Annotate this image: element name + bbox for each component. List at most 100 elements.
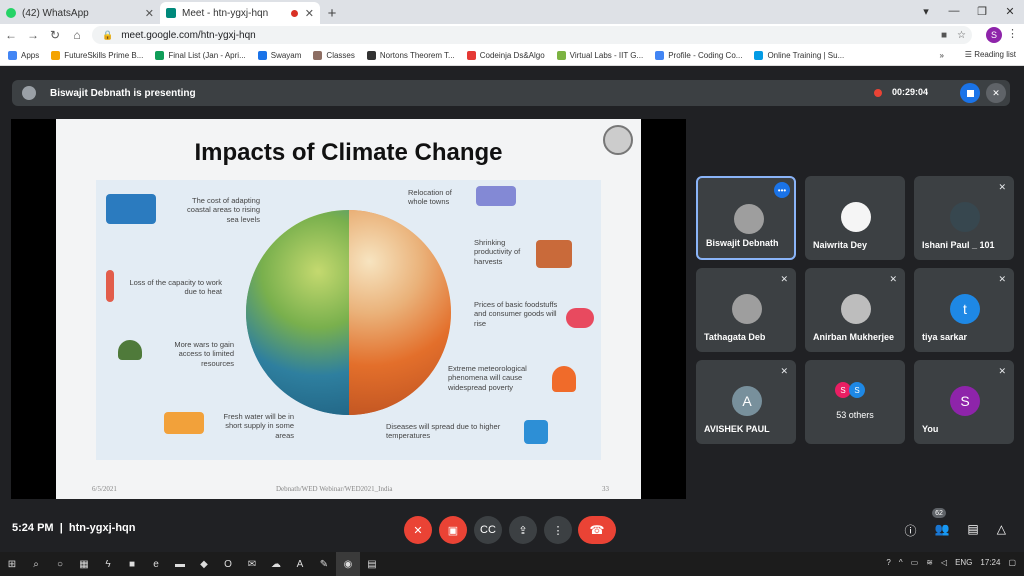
bookmark-item[interactable]: Codeinja Ds&Algo xyxy=(466,51,545,60)
bookmark-favicon-icon xyxy=(51,51,61,60)
participant-avatar xyxy=(841,294,871,324)
store-icon[interactable]: ■ xyxy=(120,552,144,576)
widgets-icon[interactable]: ▦ xyxy=(72,552,96,576)
info-icon[interactable]: ⓘ xyxy=(904,522,916,539)
pen-icon[interactable]: ✎ xyxy=(312,552,336,576)
battery-icon[interactable]: ▭ xyxy=(911,558,919,567)
participant-avatar xyxy=(841,202,871,232)
office-icon[interactable]: O xyxy=(216,552,240,576)
participant-avatar: S xyxy=(849,382,865,398)
tab-whatsapp[interactable]: (42) WhatsApp ✕ xyxy=(0,2,160,24)
camera-icon[interactable]: ■ xyxy=(941,30,947,41)
search-icon[interactable]: ⌕ xyxy=(24,552,48,576)
participant-name: Anirban Mukherjee xyxy=(813,332,895,342)
windows-taskbar: ⊞ ⌕ ○ ▦ ϟ ■ e ▬ ◆ O ✉ ☁ A ✎ ◉ ▤ ? ^ ▭ ≋ … xyxy=(0,552,1024,576)
new-tab-button[interactable]: + xyxy=(320,2,344,24)
forward-button[interactable]: → xyxy=(22,28,44,42)
mail-icon[interactable]: ✉ xyxy=(240,552,264,576)
bookmark-item[interactable]: Classes xyxy=(313,51,355,60)
home-button[interactable]: ⌂ xyxy=(66,28,88,42)
globe-illustration xyxy=(246,210,451,415)
mic-off-icon: ✕ xyxy=(992,87,1000,98)
bookmark-item[interactable]: Profile - Coding Co... xyxy=(655,51,742,60)
bookmark-item[interactable]: Virtual Labs - IIT G... xyxy=(556,51,643,60)
present-screen-icon: ⇪ xyxy=(518,524,528,537)
mute-presentation-button[interactable]: ✕ xyxy=(986,83,1006,103)
activities-icon[interactable]: △ xyxy=(997,522,1006,539)
more-bookmarks-icon[interactable]: » xyxy=(940,51,944,60)
bookmark-star-icon[interactable]: ☆ xyxy=(957,30,966,41)
reading-list-button[interactable]: ☰ Reading list xyxy=(965,50,1016,59)
bookmark-apps[interactable]: Apps xyxy=(8,51,39,60)
profile-avatar[interactable]: S xyxy=(986,27,1002,43)
more-options-icon[interactable]: ••• xyxy=(774,182,790,198)
captions-button[interactable]: CC xyxy=(474,516,502,544)
help-icon[interactable]: ? xyxy=(886,558,890,567)
window-controls: ▾ — ❐ ✕ xyxy=(912,0,1024,22)
leave-call-button[interactable]: ☎ xyxy=(578,516,616,544)
organization-logo xyxy=(603,125,633,155)
medical-shield-icon xyxy=(524,420,548,444)
address-bar: ← → ↻ ⌂ 🔒 meet.google.com/htn-ygxj-hqn ■… xyxy=(0,24,1024,46)
flash-icon[interactable]: ϟ xyxy=(96,552,120,576)
language-indicator[interactable]: ENG xyxy=(955,558,972,567)
presenter-avatar xyxy=(22,86,36,100)
minimize-button[interactable]: — xyxy=(940,0,968,22)
footprints-icon xyxy=(476,186,516,206)
tab-meet[interactable]: Meet - htn-ygxj-hqn ✕ xyxy=(160,2,320,24)
slide-page-number: 33 xyxy=(602,485,609,493)
dropbox-icon[interactable]: ◆ xyxy=(192,552,216,576)
participant-tile[interactable]: ✕ Anirban Mukherjee xyxy=(805,268,905,352)
edge-icon[interactable]: e xyxy=(144,552,168,576)
maximize-button[interactable]: ❐ xyxy=(968,0,996,22)
impact-label: More wars to gain access to limited reso… xyxy=(174,340,234,368)
call-controls-bar: 5:24 PM | htn-ygxj-hqn ✕ ▣ CC ⇪ ⋮ ☎ 62 ⓘ… xyxy=(0,508,1024,552)
back-button[interactable]: ← xyxy=(0,28,22,42)
participant-tile[interactable]: ••• Biswajit Debnath xyxy=(696,176,796,260)
volume-icon[interactable]: ◁ xyxy=(941,558,947,567)
tab-search-icon[interactable]: ▾ xyxy=(912,0,940,22)
url-field[interactable]: 🔒 meet.google.com/htn-ygxj-hqn ■ ☆ xyxy=(92,26,972,44)
participant-tile[interactable]: ✕ Tathagata Deb xyxy=(696,268,796,352)
participant-tile[interactable]: ✕ Ishani Paul _ 101 xyxy=(914,176,1014,260)
bookmark-item[interactable]: Online Training | Su... xyxy=(754,51,844,60)
bookmark-item[interactable]: Nortons Theorem T... xyxy=(366,51,455,60)
close-tab-icon[interactable]: ✕ xyxy=(145,7,154,20)
chat-icon[interactable]: ▤ xyxy=(967,522,978,539)
folder-icon xyxy=(313,51,323,60)
bookmark-item[interactable]: FutureSkills Prime B... xyxy=(51,51,143,60)
bookmark-item[interactable]: Final List (Jan - Apri... xyxy=(155,51,246,60)
others-tile[interactable]: S S 53 others xyxy=(805,360,905,444)
browser-menu-icon[interactable]: ⋮ xyxy=(1007,27,1018,40)
bookmark-item[interactable]: Swayam xyxy=(257,51,301,60)
notifications-icon[interactable]: ▢ xyxy=(1008,558,1016,567)
task-view-icon[interactable]: ○ xyxy=(48,552,72,576)
mic-toggle-button[interactable]: ✕ xyxy=(404,516,432,544)
wifi-icon[interactable]: ≋ xyxy=(926,558,933,567)
participant-tile[interactable]: t ✕ tiya sarkar xyxy=(914,268,1014,352)
people-icon[interactable]: 👥 xyxy=(934,522,949,539)
taskbar-clock[interactable]: 17:24 xyxy=(980,558,1000,567)
recording-dot-icon xyxy=(874,89,882,97)
chevron-up-icon[interactable]: ^ xyxy=(899,558,903,567)
file-explorer-icon[interactable]: ▬ xyxy=(168,552,192,576)
present-now-button[interactable]: ⇪ xyxy=(509,516,537,544)
impact-label: The cost of adapting coastal areas to ri… xyxy=(187,196,260,224)
close-tab-icon[interactable]: ✕ xyxy=(305,7,314,20)
participant-tile[interactable]: A ✕ AVISHEK PAUL xyxy=(696,360,796,444)
bookmarks-bar: Apps FutureSkills Prime B... Final List … xyxy=(0,46,1024,66)
app-icon[interactable]: ▤ xyxy=(360,552,384,576)
recording-indicator-icon xyxy=(291,9,298,17)
reload-button[interactable]: ↻ xyxy=(44,28,66,42)
close-window-button[interactable]: ✕ xyxy=(996,0,1024,22)
acrobat-icon[interactable]: A xyxy=(288,552,312,576)
piggy-bank-icon xyxy=(566,308,594,328)
start-icon[interactable]: ⊞ xyxy=(0,552,24,576)
more-options-button[interactable]: ⋮ xyxy=(544,516,572,544)
onedrive-icon[interactable]: ☁ xyxy=(264,552,288,576)
chrome-icon[interactable]: ◉ xyxy=(336,552,360,576)
participant-tile[interactable]: Naiwrita Dey xyxy=(805,176,905,260)
stop-presenting-button[interactable] xyxy=(960,83,980,103)
self-tile[interactable]: S ✕ You xyxy=(914,360,1014,444)
camera-toggle-button[interactable]: ▣ xyxy=(439,516,467,544)
